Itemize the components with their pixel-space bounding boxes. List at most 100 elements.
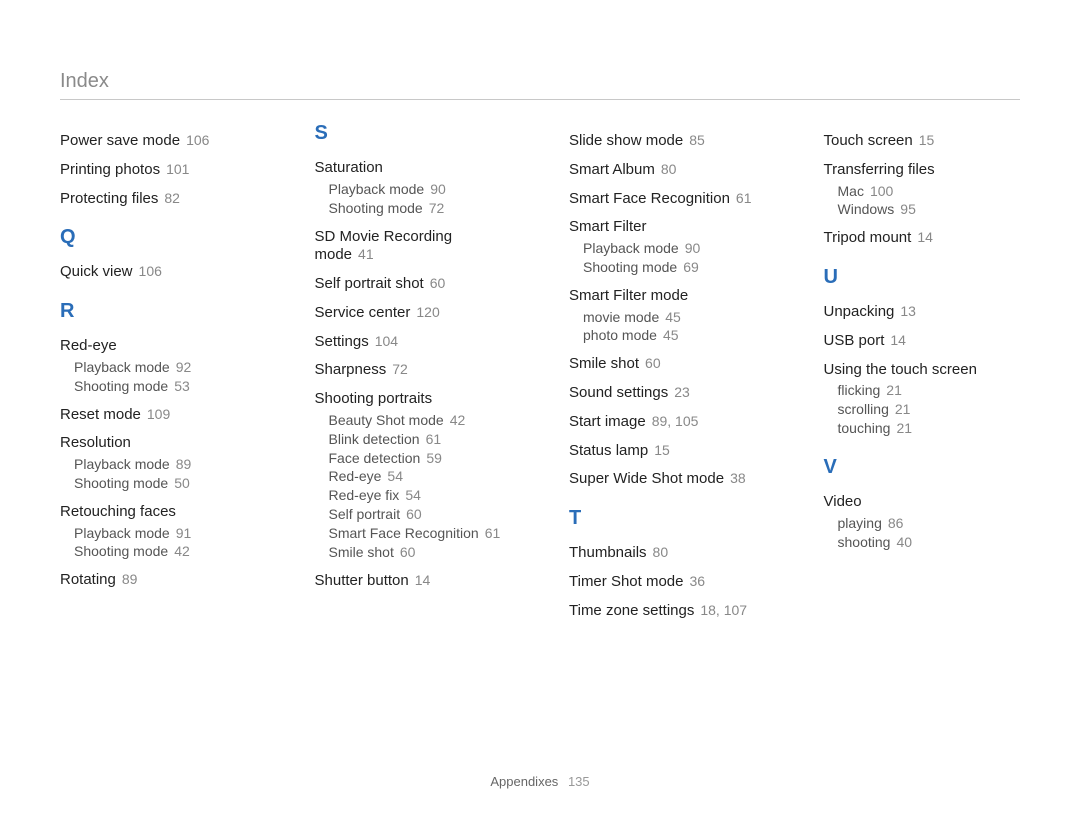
index-subentry: Red-eye fix54	[329, 486, 512, 505]
index-subentry: Mac 100	[838, 182, 1021, 201]
index-entry-label: Settings	[315, 333, 369, 350]
index-columns: Power save mode106Printing photos101Prot…	[60, 122, 1020, 622]
index-subentry-label: Mac	[838, 183, 864, 199]
index-subentry-label: flicking	[838, 382, 881, 398]
index-subentry-page: 42	[450, 412, 466, 428]
index-subentry: Playback mode89	[74, 455, 257, 474]
index-subentry-page: 59	[426, 450, 442, 466]
index-entry: Smart Filter	[569, 218, 766, 237]
index-entry: Start image89, 105	[569, 413, 766, 432]
index-sublist: Playback mode90Shooting mode72	[315, 180, 512, 218]
index-subentry-page: 90	[685, 240, 701, 256]
index-subentry-page: 86	[888, 515, 904, 531]
index-entry-page: 82	[164, 190, 180, 206]
index-entry-label: SD Movie Recording mode	[315, 228, 453, 264]
index-subentry-page: 100	[870, 183, 893, 199]
index-subentry: Shooting mode53	[74, 377, 257, 396]
index-entry: Retouching faces	[60, 503, 257, 522]
index-subentry-label: Shooting mode	[74, 475, 168, 491]
index-entry: Unpacking 13	[824, 303, 1021, 322]
index-entry-label: Timer Shot mode	[569, 573, 684, 590]
index-entry-label: Shooting portraits	[315, 390, 433, 407]
index-entry-label: Shutter button	[315, 572, 409, 589]
index-entry-label: Protecting files	[60, 190, 158, 207]
title-rule	[60, 99, 1020, 100]
index-entry-page: 104	[375, 333, 398, 349]
index-subentry-page: 90	[430, 181, 446, 197]
index-column: Slide show mode85Smart Album80Smart Face…	[569, 122, 766, 622]
index-entry-page: 13	[900, 303, 916, 319]
index-entry-page: 15	[919, 132, 935, 148]
index-subentry-page: 61	[485, 525, 501, 541]
index-entry-label: Quick view	[60, 263, 133, 280]
index-subentry-page: 50	[174, 475, 190, 491]
index-subentry: shooting40	[838, 533, 1021, 552]
index-subentry-page: 95	[900, 201, 916, 217]
index-entry: SD Movie Recording mode41	[315, 228, 512, 266]
index-subentry: Face detection59	[329, 449, 512, 468]
index-entry-label: Status lamp	[569, 442, 648, 459]
index-subentry: Self portrait60	[329, 505, 512, 524]
index-entry: Smart Face Recognition61	[569, 190, 766, 209]
index-subentry-label: Shooting mode	[329, 200, 423, 216]
index-entry-label: Self portrait shot	[315, 275, 424, 292]
index-entry: Protecting files 82	[60, 190, 257, 209]
index-subentry-label: movie mode	[583, 309, 659, 325]
index-entry: Rotating89	[60, 571, 257, 590]
index-entry-page: 109	[147, 406, 170, 422]
index-entry-label: Smart Filter	[569, 218, 647, 235]
index-entry: Tripod mount14	[824, 229, 1021, 248]
index-subentry-label: touching	[838, 420, 891, 436]
index-letter-heading: U	[824, 266, 1021, 289]
index-subentry-label: Playback mode	[74, 456, 170, 472]
index-entry: Power save mode106	[60, 132, 257, 151]
index-subentry-label: Beauty Shot mode	[329, 412, 444, 428]
index-subentry-label: Playback mode	[74, 359, 170, 375]
index-column: Touch screen15Transferring filesMac100Wi…	[824, 122, 1021, 622]
index-letter-heading: V	[824, 456, 1021, 479]
index-entry-page: 61	[736, 190, 752, 206]
index-subentry: playing 86	[838, 514, 1021, 533]
footer-label: Appendixes	[490, 774, 558, 789]
index-entry-label: Touch screen	[824, 132, 913, 149]
index-subentry-label: Red-eye	[329, 468, 382, 484]
index-entry-label: Video	[824, 493, 862, 510]
index-subentry: Shooting mode 50	[74, 474, 257, 493]
index-entry-page: 18, 107	[700, 602, 747, 618]
index-entry: Thumbnails80	[569, 544, 766, 563]
index-subentry: Smart Face Recognition61	[329, 524, 512, 543]
index-entry-label: Sound settings	[569, 384, 668, 401]
index-entry-label: Service center	[315, 304, 411, 321]
index-subentry-page: 60	[406, 506, 422, 522]
index-entry-page: 106	[186, 132, 209, 148]
index-subentry: photo mode45	[583, 326, 766, 345]
index-subentry: Playback mode 92	[74, 358, 257, 377]
index-entry-page: 120	[416, 304, 439, 320]
index-subentry-label: shooting	[838, 534, 891, 550]
index-entry: Time zone settings18, 107	[569, 602, 766, 621]
index-entry: Super Wide Shot mode38	[569, 470, 766, 489]
index-entry: Timer Shot mode36	[569, 573, 766, 592]
index-entry-page: 89, 105	[652, 413, 699, 429]
index-subentry-page: 54	[387, 468, 403, 484]
index-subentry-label: playing	[838, 515, 882, 531]
index-subentry-page: 45	[663, 327, 679, 343]
index-sublist: Playback mode90Shooting mode69	[569, 239, 766, 277]
index-entry: Touch screen 15	[824, 132, 1021, 151]
index-entry-label: Smile shot	[569, 355, 639, 372]
index-subentry: Shooting mode72	[329, 199, 512, 218]
index-subentry: Shooting mode69	[583, 258, 766, 277]
index-entry-label: Unpacking	[824, 303, 895, 320]
index-entry: Resolution	[60, 434, 257, 453]
index-entry-label: Smart Album	[569, 161, 655, 178]
index-subentry-page: 92	[176, 359, 192, 375]
index-letter-heading: S	[315, 122, 512, 145]
index-entry-label: Rotating	[60, 571, 116, 588]
index-subentry: Blink detection61	[329, 430, 512, 449]
index-entry: Smile shot60	[569, 355, 766, 374]
index-entry-label: Smart Filter mode	[569, 287, 688, 304]
index-column: Power save mode106Printing photos101Prot…	[60, 122, 257, 622]
index-entry: Red-eye	[60, 337, 257, 356]
index-sublist: movie mode45photo mode45	[569, 308, 766, 346]
footer-page-number: 135	[568, 774, 590, 789]
